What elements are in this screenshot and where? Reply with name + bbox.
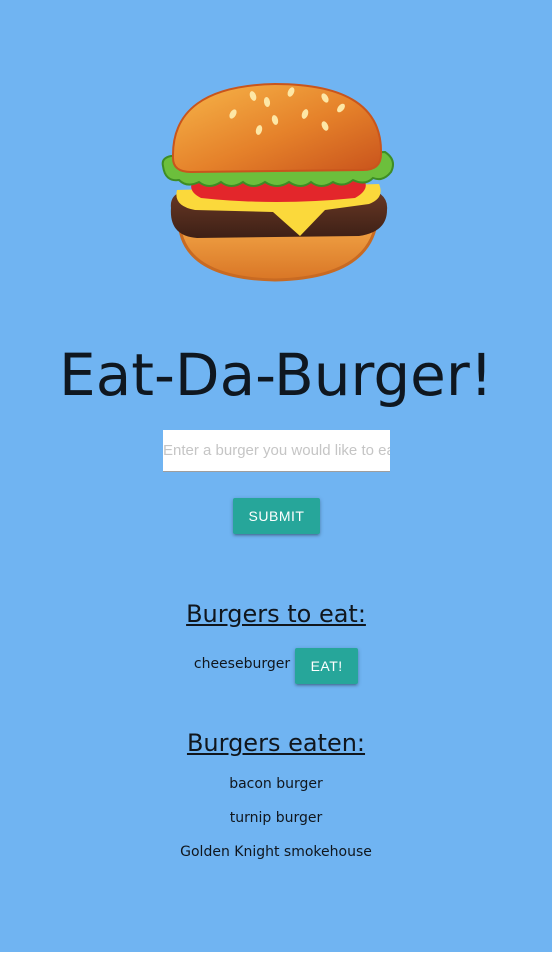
eat-button[interactable]: EAT!	[295, 648, 359, 684]
list-item: cheeseburger EAT!	[0, 647, 552, 685]
list-item: Golden Knight smokehouse	[180, 844, 372, 860]
submit-button[interactable]: SUBMIT	[233, 498, 320, 534]
hamburger-icon	[161, 82, 394, 282]
burger-name: cheeseburger	[193, 656, 291, 672]
eaten-burger-list: bacon burger turnip burger Golden Knight…	[0, 774, 552, 876]
page-title: Eat-Da-Burger!	[59, 341, 493, 409]
page-background: Eat-Da-Burger! SUBMIT Burgers to eat: ch…	[0, 0, 552, 952]
burgers-eaten-heading: Burgers eaten:	[186, 729, 366, 757]
list-item: turnip burger	[229, 810, 323, 826]
burger-name-input[interactable]	[163, 430, 390, 472]
list-item: bacon burger	[229, 776, 323, 792]
burgers-to-eat-heading: Burgers to eat:	[186, 600, 366, 628]
